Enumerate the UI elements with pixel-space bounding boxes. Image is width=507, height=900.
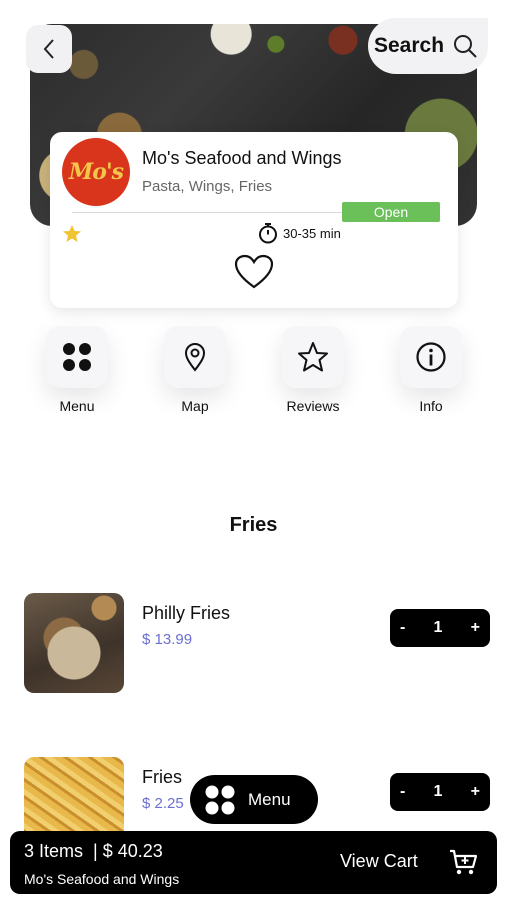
item-price: $ 2.25 <box>142 795 184 812</box>
restaurant-logo: Mo's <box>62 138 130 206</box>
item-name: Fries <box>142 767 182 787</box>
item-image <box>24 593 124 693</box>
chevron-left-icon <box>43 39 54 59</box>
grid-dots-icon <box>205 785 235 814</box>
menu-action-label: Menu <box>59 398 95 414</box>
search-button[interactable]: Search <box>368 18 488 74</box>
item-name: Philly Fries <box>142 603 231 623</box>
quantity-value: 1 <box>433 619 443 636</box>
decrease-button[interactable]: - <box>400 783 405 801</box>
delivery-time-text: 30-35 min <box>283 225 341 241</box>
info-action[interactable]: Info <box>386 326 476 414</box>
menu-action-button[interactable] <box>46 326 108 388</box>
star-icon <box>63 225 81 242</box>
restaurant-name: Mo's Seafood and Wings <box>142 148 342 168</box>
search-label: Search <box>374 34 445 57</box>
cart-bar[interactable]: 3 Items | $ 40.23 Mo's Seafood and Wings… <box>10 831 497 894</box>
increase-button[interactable]: + <box>471 783 480 801</box>
section-title: Fries <box>229 514 278 536</box>
restaurant-info-card: Mo's Mo's Seafood and Wings Pasta, Wings… <box>50 132 458 308</box>
back-button[interactable] <box>26 25 72 73</box>
star-outline-icon <box>298 342 328 372</box>
stopwatch-icon <box>259 223 277 244</box>
quantity-stepper: - 1 + <box>390 773 490 811</box>
grid-dots-icon <box>63 343 91 371</box>
cart-restaurant: Mo's Seafood and Wings <box>24 871 180 887</box>
reviews-action-label: Reviews <box>286 398 340 414</box>
quantity-stepper: - 1 + <box>390 609 490 647</box>
info-action-button[interactable] <box>400 326 462 388</box>
reviews-action-button[interactable] <box>282 326 344 388</box>
item-price: $ 13.99 <box>142 631 193 648</box>
magnifier-icon <box>454 35 477 58</box>
floating-menu-button[interactable]: Menu <box>190 775 318 824</box>
cart-add-icon[interactable] <box>448 847 478 877</box>
reviews-action[interactable]: Reviews <box>268 326 358 414</box>
info-action-label: Info <box>419 398 443 414</box>
restaurant-cuisine: Pasta, Wings, Fries <box>142 178 273 195</box>
info-icon <box>416 342 446 372</box>
menu-action[interactable]: Menu <box>32 326 122 414</box>
map-pin-icon <box>184 343 206 372</box>
cart-summary: 3 Items | $ 40.23 <box>24 841 163 861</box>
quantity-value: 1 <box>433 783 443 800</box>
favorite-heart-icon[interactable] <box>234 254 274 290</box>
delivery-time: 30-35 min <box>258 222 341 244</box>
map-action-label: Map <box>181 398 209 414</box>
logo-text: Mo's <box>68 159 124 185</box>
map-action-button[interactable] <box>164 326 226 388</box>
decrease-button[interactable]: - <box>400 619 405 637</box>
list-item[interactable]: Philly Fries $ 13.99 - 1 + <box>24 593 490 693</box>
floating-menu-label: Menu <box>248 789 291 809</box>
increase-button[interactable]: + <box>471 619 480 637</box>
map-action[interactable]: Map <box>150 326 240 414</box>
status-badge: Open <box>342 202 440 222</box>
action-row: Menu Map Reviews Info <box>0 326 507 426</box>
view-cart-button[interactable]: View Cart <box>340 851 418 872</box>
